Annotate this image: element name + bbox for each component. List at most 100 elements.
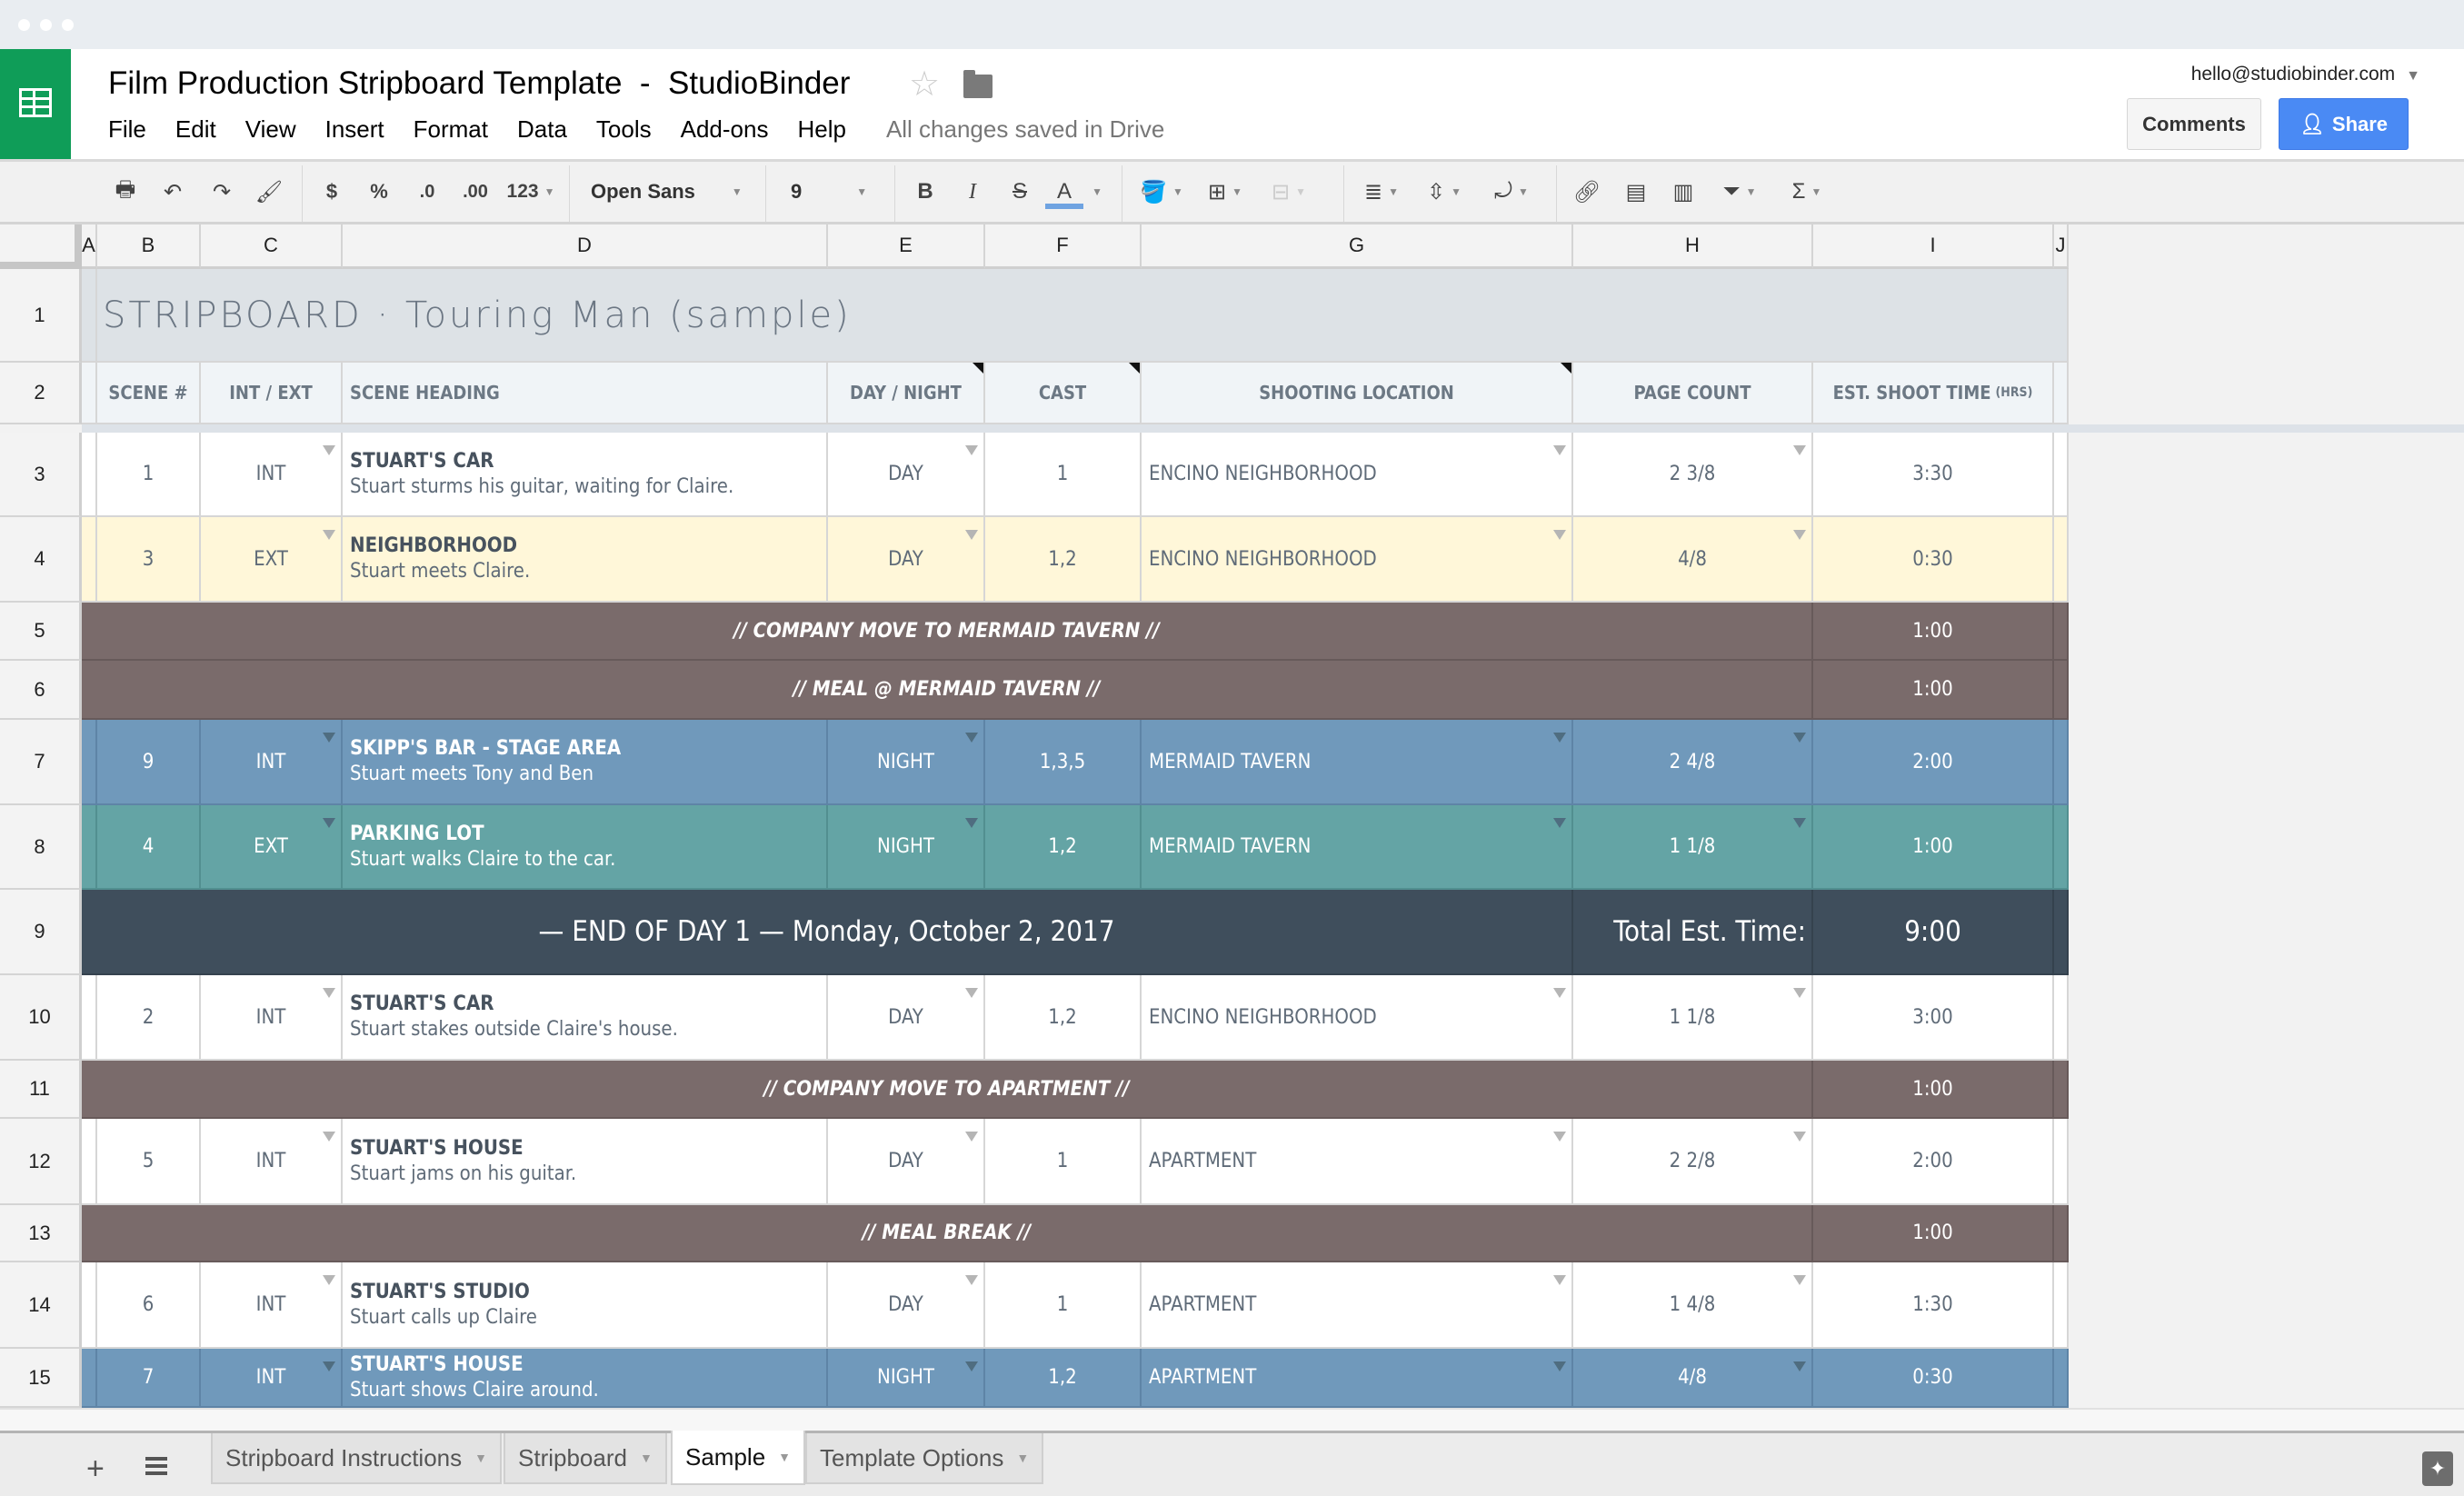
dropdown-arrow-icon[interactable] xyxy=(323,988,335,998)
break-strip[interactable]: // COMPANY MOVE TO MERMAID TAVERN // xyxy=(82,603,1813,661)
dropdown-arrow-icon[interactable] xyxy=(1793,1361,1806,1371)
add-sheet-button[interactable]: + xyxy=(86,1451,105,1487)
star-icon[interactable]: ☆ xyxy=(909,64,940,105)
shoot-time-cell[interactable]: 1:00 xyxy=(1813,805,2054,890)
row-header[interactable]: 10 xyxy=(0,975,82,1061)
cell-spacer[interactable] xyxy=(2054,1349,2069,1408)
cell-spacer[interactable] xyxy=(82,975,97,1061)
cell-spacer[interactable] xyxy=(2054,805,2069,890)
tab-stripboard-instructions[interactable]: Stripboard Instructions ▼ xyxy=(211,1433,502,1484)
break-time-cell[interactable]: 1:00 xyxy=(1813,1061,2054,1119)
frozen-rows-divider[interactable] xyxy=(82,424,2464,433)
page-count-cell[interactable]: 4/8 xyxy=(1573,1349,1813,1408)
chevron-down-icon[interactable]: ▼ xyxy=(778,1450,791,1464)
cell-spacer[interactable] xyxy=(2054,890,2069,975)
row-header[interactable]: 11 xyxy=(0,1061,82,1119)
column-header-i[interactable]: I xyxy=(1813,224,2054,269)
undo-icon[interactable]: ↶ xyxy=(156,173,189,211)
scene-heading-cell[interactable]: STUART'S CAR Stuart stakes outside Claire… xyxy=(343,975,828,1061)
row-header[interactable]: 1 xyxy=(0,269,82,363)
functions-button[interactable]: Σ ▼ xyxy=(1780,173,1834,211)
header-shoot-time[interactable]: EST. SHOOT TIME (HRS) xyxy=(1813,363,2054,424)
cast-cell[interactable]: 1,2 xyxy=(985,805,1142,890)
cell-spacer[interactable] xyxy=(2054,1119,2069,1205)
break-time-cell[interactable]: 1:00 xyxy=(1813,1205,2054,1262)
chevron-down-icon[interactable]: ▼ xyxy=(1016,1451,1029,1465)
header-shooting-location[interactable]: SHOOTING LOCATION xyxy=(1142,363,1573,424)
dropdown-arrow-icon[interactable] xyxy=(323,733,335,743)
menu-addons[interactable]: Add-ons xyxy=(681,115,769,144)
fill-color-button[interactable]: 🪣 ▼ xyxy=(1134,173,1189,211)
int-ext-cell[interactable]: INT xyxy=(201,975,343,1061)
header-scene-heading[interactable]: SCENE HEADING xyxy=(343,363,828,424)
scene-number-cell[interactable]: 5 xyxy=(97,1119,201,1205)
int-ext-cell[interactable]: EXT xyxy=(201,805,343,890)
dropdown-arrow-icon[interactable] xyxy=(323,530,335,540)
day-night-cell[interactable]: NIGHT xyxy=(828,1349,985,1408)
dropdown-arrow-icon[interactable] xyxy=(965,1132,978,1142)
location-cell[interactable]: APARTMENT xyxy=(1142,1119,1573,1205)
dropdown-arrow-icon[interactable] xyxy=(323,1275,335,1285)
page-count-cell[interactable]: 2 3/8 xyxy=(1573,433,1813,517)
row-header[interactable]: 14 xyxy=(0,1262,82,1349)
currency-format-button[interactable]: $ xyxy=(318,173,345,211)
page-count-cell[interactable]: 1 4/8 xyxy=(1573,1262,1813,1349)
scene-heading-cell[interactable]: SKIPP'S BAR - STAGE AREA Stuart meets Ton… xyxy=(343,720,828,805)
vertical-align-button[interactable]: ⇳ ▼ xyxy=(1414,173,1474,211)
paint-format-icon[interactable]: 🖌 xyxy=(253,173,285,211)
page-count-cell[interactable]: 4/8 xyxy=(1573,517,1813,603)
dropdown-arrow-icon[interactable] xyxy=(323,1132,335,1142)
text-wrap-button[interactable]: ⤾ ▼ xyxy=(1481,173,1541,211)
tab-stripboard[interactable]: Stripboard ▼ xyxy=(504,1433,667,1484)
dropdown-arrow-icon[interactable] xyxy=(965,1361,978,1371)
cast-cell[interactable]: 1 xyxy=(985,1262,1142,1349)
scene-number-cell[interactable]: 1 xyxy=(97,433,201,517)
scene-heading-cell[interactable]: PARKING LOT Stuart walks Claire to the ca… xyxy=(343,805,828,890)
scene-heading-cell[interactable]: STUART'S HOUSE Stuart shows Claire around… xyxy=(343,1349,828,1408)
int-ext-cell[interactable]: INT xyxy=(201,720,343,805)
column-header-h[interactable]: H xyxy=(1573,224,1813,269)
scene-heading-cell[interactable]: NEIGHBORHOOD Stuart meets Claire. xyxy=(343,517,828,603)
location-cell[interactable]: ENCINO NEIGHBORHOOD xyxy=(1142,975,1573,1061)
menu-format[interactable]: Format xyxy=(414,115,488,144)
insert-comment-icon[interactable]: ▤ xyxy=(1618,173,1654,211)
menu-help[interactable]: Help xyxy=(797,115,845,144)
int-ext-cell[interactable]: INT xyxy=(201,1119,343,1205)
location-cell[interactable]: APARTMENT xyxy=(1142,1262,1573,1349)
cell-spacer[interactable] xyxy=(2054,603,2069,661)
day-night-cell[interactable]: DAY xyxy=(828,517,985,603)
day-night-cell[interactable]: NIGHT xyxy=(828,720,985,805)
scene-number-cell[interactable]: 7 xyxy=(97,1349,201,1408)
int-ext-cell[interactable]: EXT xyxy=(201,517,343,603)
column-header-e[interactable]: E xyxy=(828,224,985,269)
account-menu[interactable]: hello@studiobinder.com ▼ xyxy=(2191,64,2420,85)
day-night-cell[interactable]: DAY xyxy=(828,1262,985,1349)
redo-icon[interactable]: ↷ xyxy=(205,173,238,211)
column-header-f[interactable]: F xyxy=(985,224,1142,269)
cell-spacer[interactable] xyxy=(2054,975,2069,1061)
dropdown-arrow-icon[interactable] xyxy=(1793,818,1806,828)
menu-tools[interactable]: Tools xyxy=(596,115,652,144)
share-button[interactable]: 👤︎ Share xyxy=(2279,98,2409,150)
filter-button[interactable]: ⏷ ▼ xyxy=(1712,173,1767,211)
scene-number-cell[interactable]: 4 xyxy=(97,805,201,890)
location-cell[interactable]: APARTMENT xyxy=(1142,1349,1573,1408)
insert-link-icon[interactable]: 🔗︎ xyxy=(1569,173,1605,211)
total-time-cell[interactable]: 9:00 xyxy=(1813,890,2054,975)
dropdown-arrow-icon[interactable] xyxy=(1793,1275,1806,1285)
menu-file[interactable]: File xyxy=(108,115,146,144)
cell-spacer[interactable] xyxy=(2054,661,2069,720)
break-strip[interactable]: // COMPANY MOVE TO APARTMENT // xyxy=(82,1061,1813,1119)
cast-cell[interactable]: 1,2 xyxy=(985,517,1142,603)
font-size-select[interactable]: 9 ▼ xyxy=(791,173,882,211)
dropdown-arrow-icon[interactable] xyxy=(965,445,978,455)
cell-spacer[interactable] xyxy=(82,805,97,890)
print-icon[interactable]: 🖶 xyxy=(109,173,142,211)
page-count-cell[interactable]: 1 1/8 xyxy=(1573,805,1813,890)
tab-template-options[interactable]: Template Options ▼ xyxy=(805,1433,1044,1484)
cast-cell[interactable]: 1,3,5 xyxy=(985,720,1142,805)
dropdown-arrow-icon[interactable] xyxy=(965,733,978,743)
location-cell[interactable]: MERMAID TAVERN xyxy=(1142,720,1573,805)
dropdown-arrow-icon[interactable] xyxy=(1553,530,1566,540)
save-status[interactable]: All changes saved in Drive xyxy=(886,115,1164,144)
